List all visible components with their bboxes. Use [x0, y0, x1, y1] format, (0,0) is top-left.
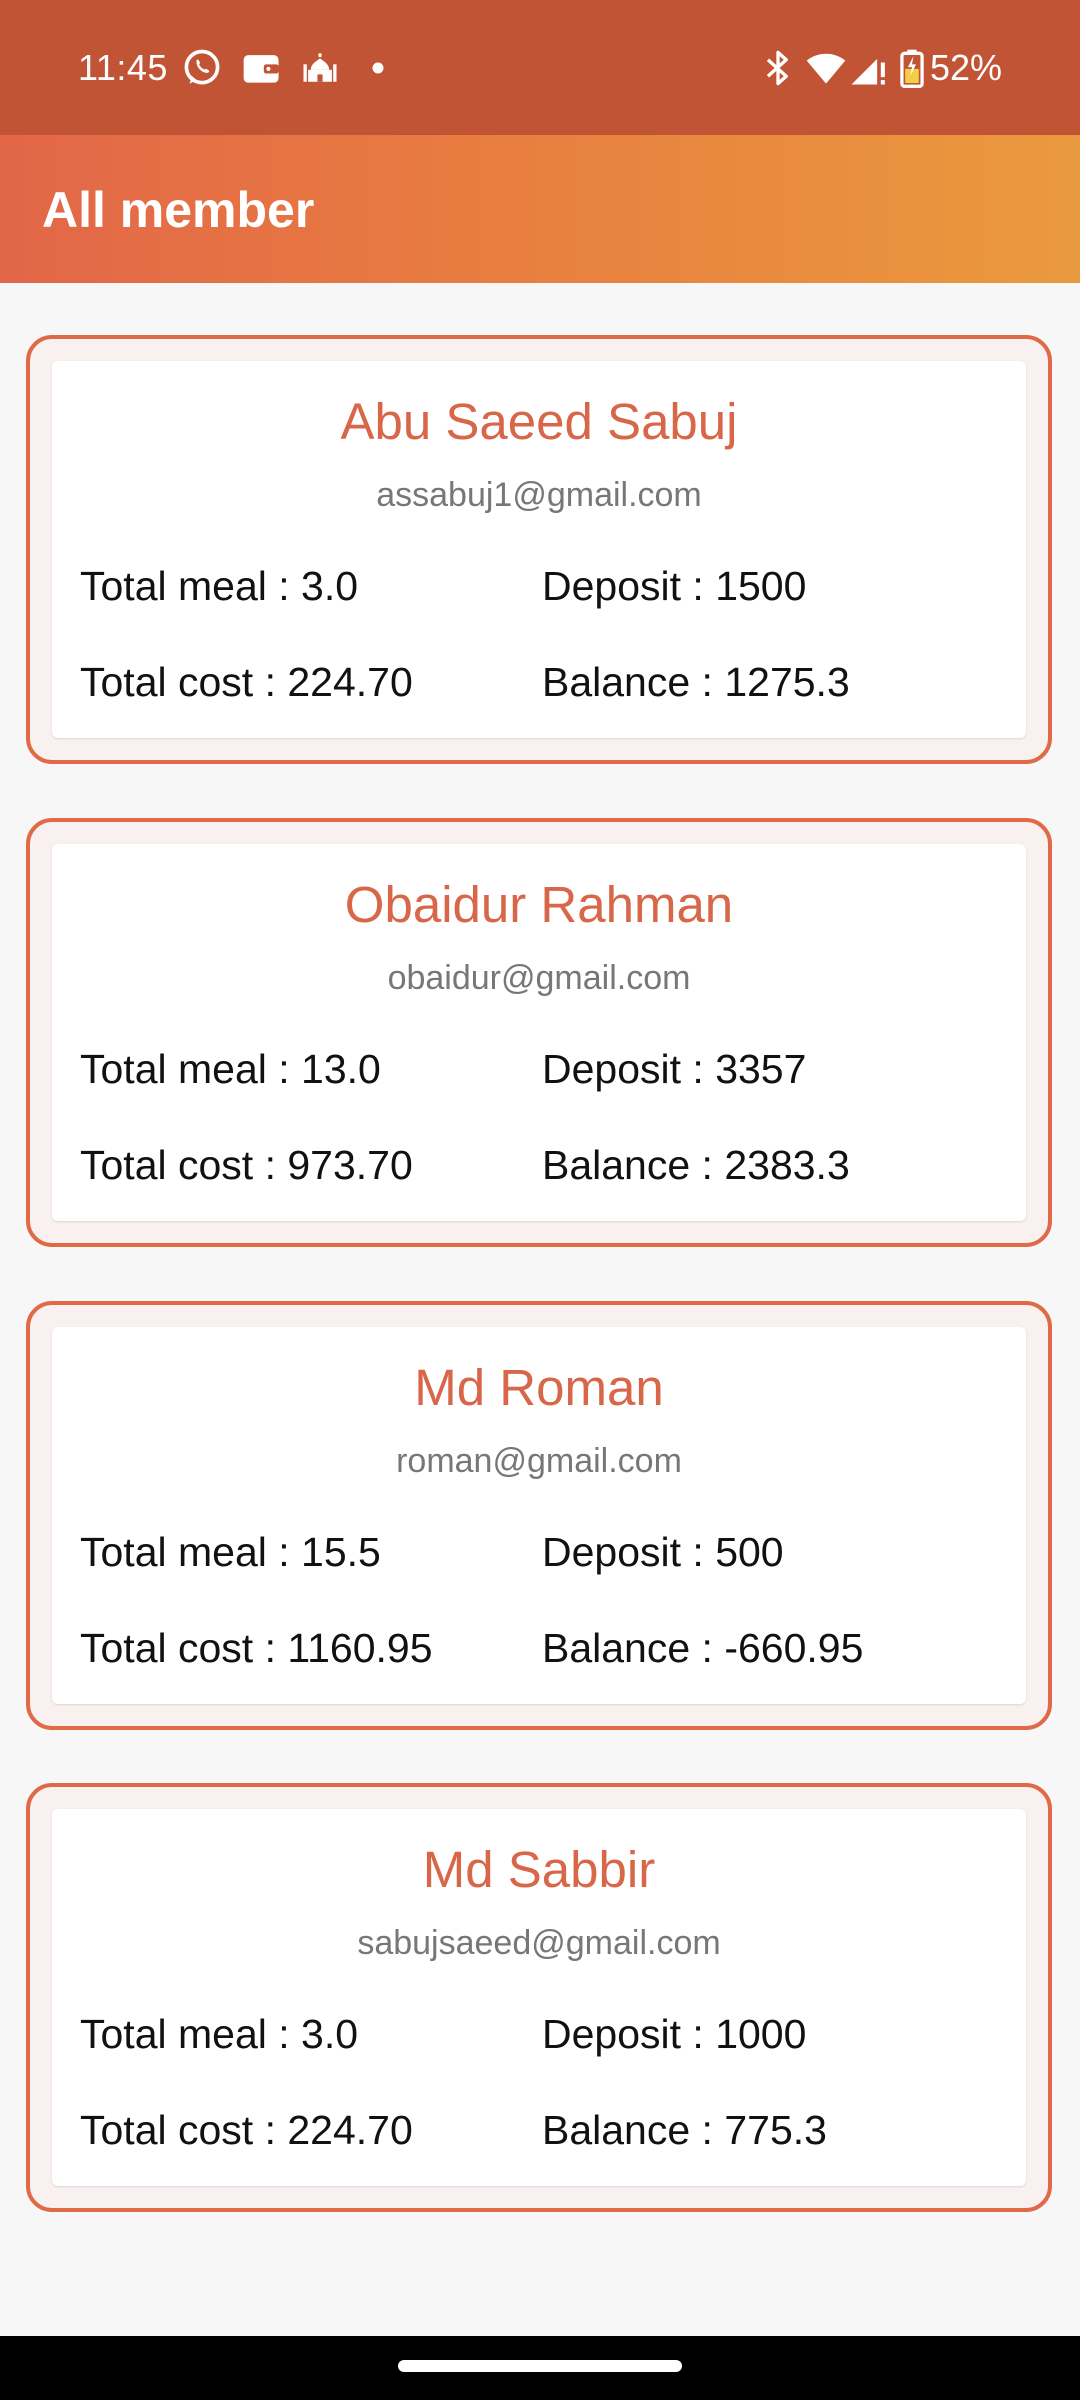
balance: Balance : 2383.3: [542, 1142, 850, 1188]
home-gesture-handle[interactable]: [398, 2360, 682, 2372]
balance: Balance : 1275.3: [542, 659, 850, 705]
balance: Balance : -660.95: [542, 1625, 864, 1671]
balance: Balance : 775.3: [542, 2107, 827, 2153]
signal-icon: [851, 58, 885, 85]
wallet-icon: [243, 55, 279, 83]
deposit: Deposit : 3357: [542, 1046, 807, 1092]
total-cost: Total cost : 224.70: [80, 659, 413, 705]
total-cost: Total cost : 1160.95: [80, 1625, 433, 1671]
member-email: sabujsaeed@gmail.com: [357, 1924, 721, 1962]
total-meal: Total meal : 15.5: [80, 1529, 381, 1575]
member-card-content: Md Sabbir sabujsaeed@gmail.com Total mea…: [52, 1809, 1026, 2186]
whatsapp-icon: [184, 49, 220, 85]
app-bar: All member: [0, 135, 1080, 283]
member-card[interactable]: Md Sabbir sabujsaeed@gmail.com Total mea…: [26, 1783, 1052, 2212]
dot-icon: [372, 62, 384, 74]
member-name: Obaidur Rahman: [344, 876, 734, 933]
member-email: roman@gmail.com: [396, 1442, 682, 1480]
battery-percentage: 52%: [930, 47, 1003, 88]
mosque-icon: [303, 53, 337, 82]
deposit: Deposit : 500: [542, 1529, 784, 1575]
deposit: Deposit : 1000: [542, 2011, 807, 2057]
member-name: Abu Saeed Sabuj: [340, 393, 738, 450]
member-card-content: Abu Saeed Sabuj assabuj1@gmail.com Total…: [52, 361, 1026, 738]
member-card-content: Obaidur Rahman obaidur@gmail.com Total m…: [52, 844, 1026, 1221]
total-meal: Total meal : 3.0: [80, 2011, 359, 2057]
page-title: All member: [42, 182, 315, 238]
member-card[interactable]: Obaidur Rahman obaidur@gmail.com Total m…: [26, 818, 1052, 1247]
member-name: Md Roman: [414, 1359, 664, 1416]
member-name: Md Sabbir: [422, 1841, 656, 1898]
member-card-content: Md Roman roman@gmail.com Total meal : 15…: [52, 1327, 1026, 1704]
battery-icon: [900, 49, 924, 88]
member-email: obaidur@gmail.com: [387, 959, 691, 997]
total-meal: Total meal : 3.0: [80, 563, 359, 609]
navigation-bar: [0, 2336, 1080, 2400]
member-card[interactable]: Abu Saeed Sabuj assabuj1@gmail.com Total…: [26, 335, 1052, 764]
total-cost: Total cost : 224.70: [80, 2107, 413, 2153]
status-bar: 11:45 52%: [0, 0, 1080, 135]
member-email: assabuj1@gmail.com: [376, 476, 702, 514]
total-cost: Total cost : 973.70: [80, 1142, 413, 1188]
total-meal: Total meal : 13.0: [80, 1046, 381, 1092]
deposit: Deposit : 1500: [542, 563, 807, 609]
bluetooth-icon: [766, 50, 788, 86]
status-time: 11:45: [78, 47, 168, 88]
wifi-icon: [806, 53, 846, 84]
member-card[interactable]: Md Roman roman@gmail.com Total meal : 15…: [26, 1301, 1052, 1730]
